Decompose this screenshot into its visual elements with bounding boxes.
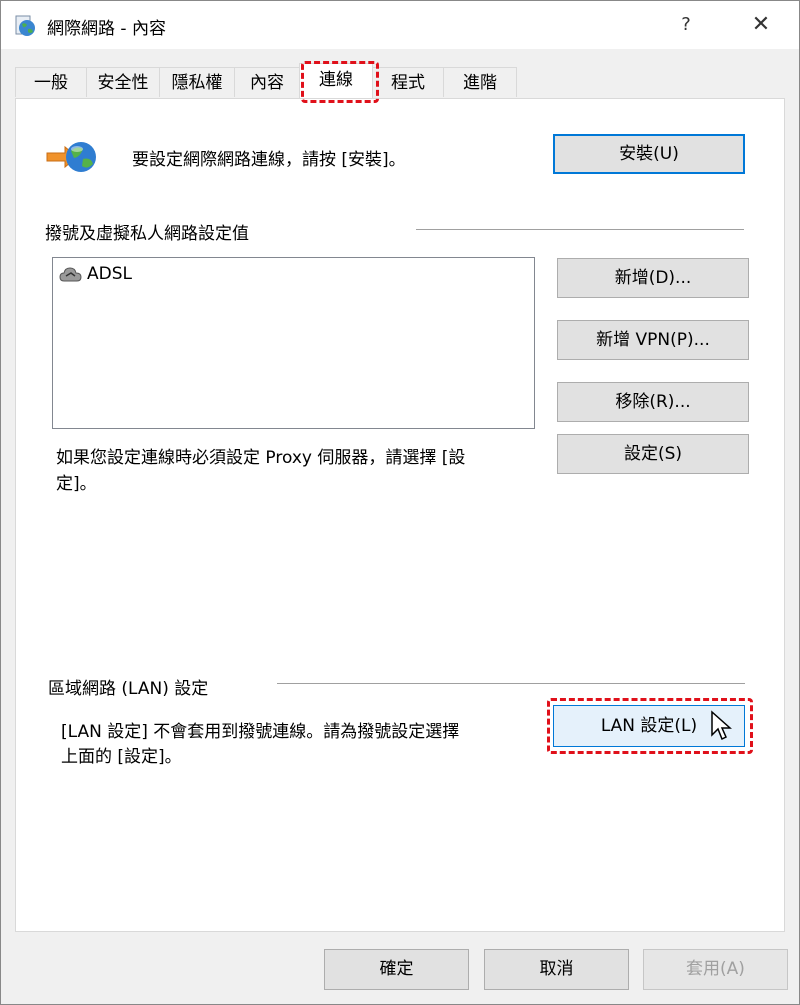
tab-programs[interactable]: 程式 [372, 67, 444, 97]
proxy-note-line1: 如果您設定連線時必須設定 Proxy 伺服器，請選擇 [設 [56, 448, 466, 468]
dialup-heading: 撥號及虛擬私人網路設定值 [45, 224, 249, 244]
list-item-label: ADSL [87, 264, 132, 284]
proxy-note-line2: 定]。 [56, 474, 97, 494]
dialup-connection-list[interactable]: ADSL [52, 257, 535, 429]
lan-note-line2: 上面的 [設定]。 [61, 747, 182, 767]
globe-icon [15, 15, 35, 36]
cloud-icon [59, 267, 82, 282]
lan-note-line1: [LAN 設定] 不會套用到撥號連線。請為撥號設定選擇 [61, 722, 460, 742]
settings-button[interactable]: 設定(S) [557, 434, 749, 474]
add-vpn-button[interactable]: 新增 VPN(P)... [557, 320, 749, 360]
lan-separator [277, 683, 745, 684]
setup-text: 要設定網際網路連線，請按 [安裝]。 [132, 150, 406, 170]
mouse-cursor-icon [711, 710, 732, 741]
dialup-separator [416, 229, 744, 230]
tab-advanced[interactable]: 進階 [443, 67, 517, 97]
window-title: 網際網路 - 內容 [47, 19, 166, 39]
tab-content[interactable]: 內容 [234, 67, 300, 97]
apply-button[interactable]: 套用(A) [643, 949, 788, 990]
title-bar: 網際網路 - 內容 ? ✕ [1, 1, 799, 49]
tab-security[interactable]: 安全性 [86, 67, 160, 97]
add-button[interactable]: 新增(D)... [557, 258, 749, 298]
lan-heading: 區域網路 (LAN) 設定 [48, 679, 209, 699]
tab-general[interactable]: 一般 [15, 67, 87, 97]
setup-button[interactable]: 安裝(U) [553, 134, 745, 174]
help-button[interactable]: ? [663, 7, 709, 43]
ok-button[interactable]: 確定 [324, 949, 469, 990]
cancel-button[interactable]: 取消 [484, 949, 629, 990]
tab-privacy[interactable]: 隱私權 [159, 67, 235, 97]
internet-properties-dialog: 網際網路 - 內容 ? ✕ 一般 安全性 隱私權 內容 連線 程式 進階 要設定… [0, 0, 800, 1005]
close-button[interactable]: ✕ [736, 7, 786, 43]
remove-button[interactable]: 移除(R)... [557, 382, 749, 422]
network-setup-icon [46, 142, 96, 172]
tab-highlight-annotation [301, 61, 379, 103]
